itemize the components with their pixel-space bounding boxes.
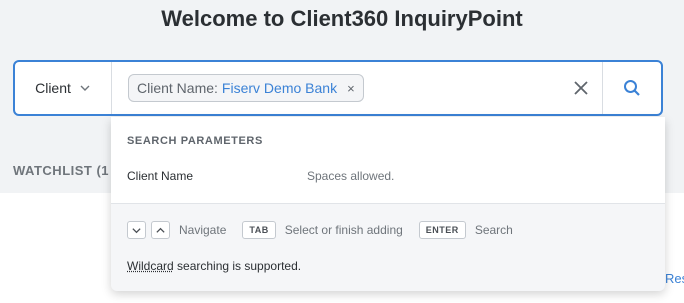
dropdown-header: SEARCH PARAMETERS	[127, 135, 263, 147]
keyboard-hints: Navigate TAB Select or finish adding ENT…	[127, 221, 529, 239]
tab-key: TAB	[242, 221, 276, 239]
param-client-name[interactable]: Client Name	[127, 169, 193, 183]
param-description: Spaces allowed.	[307, 169, 395, 183]
category-dropdown[interactable]: Client	[15, 62, 112, 114]
search-parameters-dropdown: SEARCH PARAMETERS Client Name Spaces all…	[111, 117, 665, 291]
enter-key: ENTER	[418, 221, 466, 239]
navigate-hint: Navigate	[179, 223, 227, 237]
page-title: Welcome to Client360 InquiryPoint	[161, 6, 523, 31]
wildcard-text: searching is supported.	[173, 259, 302, 273]
chip-label: Client Name:	[137, 80, 218, 96]
wildcard-term[interactable]: Wildcard	[127, 259, 174, 273]
search-button[interactable]	[602, 62, 661, 114]
results-link[interactable]: Res	[665, 271, 684, 286]
chip-remove-icon[interactable]: ×	[347, 81, 355, 96]
watchlist-tab[interactable]: WATCHLIST (1	[13, 163, 109, 178]
search-chip: Client Name: Fiserv Demo Bank ×	[128, 74, 364, 102]
chevron-down-icon	[80, 85, 90, 91]
page: Welcome to Client360 InquiryPoint Client…	[0, 0, 684, 303]
close-icon	[574, 81, 588, 95]
search-icon	[624, 80, 640, 96]
search-input[interactable]: Client Name: Fiserv Demo Bank ×	[112, 62, 560, 114]
dropdown-footer: Navigate TAB Select or finish adding ENT…	[111, 203, 665, 291]
tab-hint: Select or finish adding	[284, 223, 403, 237]
arrow-down-key-icon	[127, 221, 146, 239]
wildcard-note: Wildcard searching is supported.	[127, 259, 301, 273]
arrow-up-key-icon	[151, 221, 170, 239]
search-bar: Client Client Name: Fiserv Demo Bank ×	[13, 60, 663, 116]
clear-button[interactable]	[560, 62, 602, 114]
enter-hint: Search	[474, 223, 513, 237]
chip-value: Fiserv Demo Bank	[221, 80, 338, 96]
category-label: Client	[35, 80, 71, 96]
